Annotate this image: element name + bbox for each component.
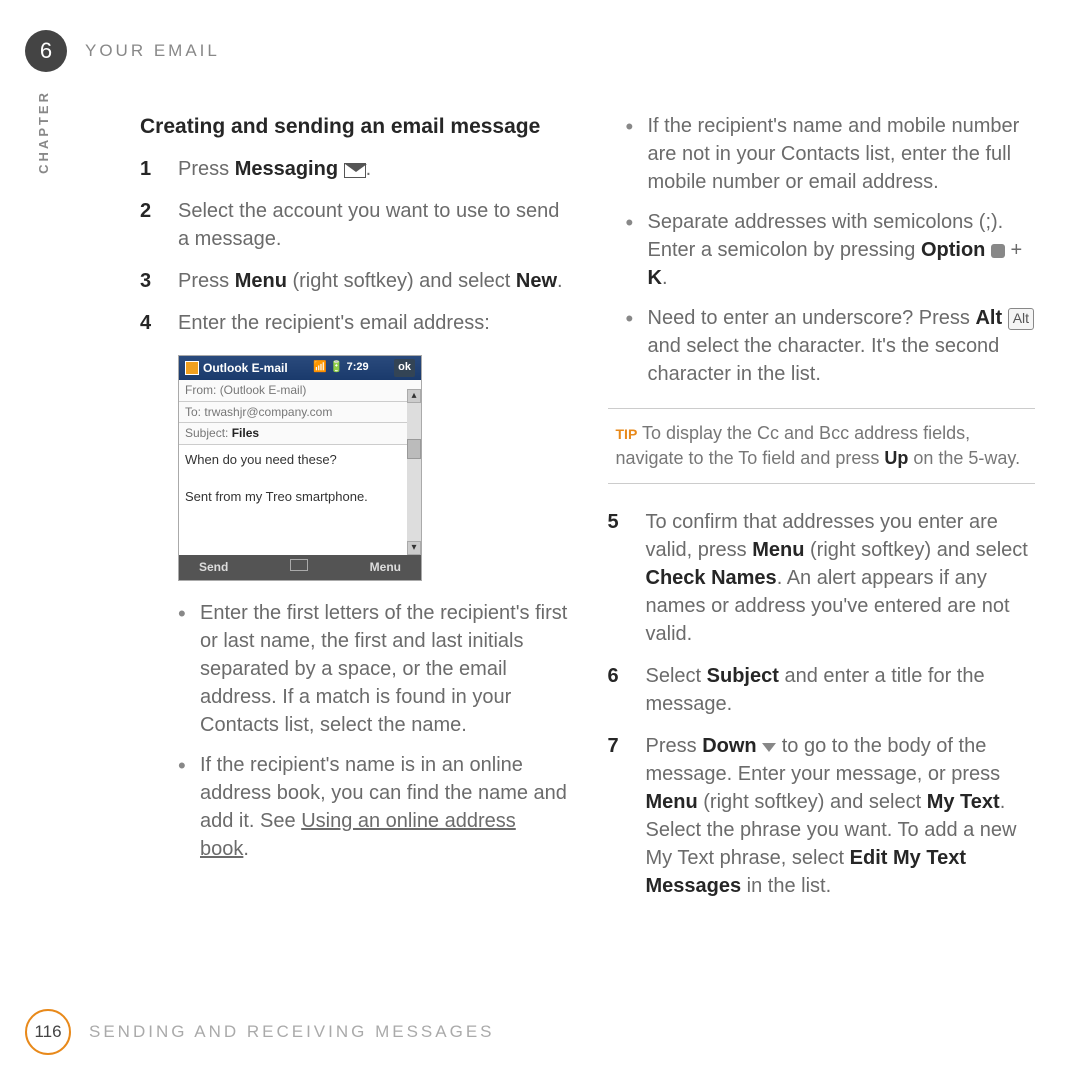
- option-key-icon: [991, 244, 1005, 258]
- bullet-semicolon: Separate addresses with semicolons (;). …: [626, 208, 1036, 292]
- bullet-underscore: Need to enter an underscore? Press Alt A…: [626, 304, 1036, 388]
- menu-softkey[interactable]: Menu: [370, 559, 401, 576]
- step-4: Enter the recipient's email address:: [140, 309, 568, 337]
- down-arrow-icon: [762, 743, 776, 752]
- alt-key-icon: Alt: [1008, 308, 1034, 330]
- main-content: Creating and sending an email message Pr…: [0, 72, 1080, 914]
- right-bullets: If the recipient's name and mobile numbe…: [626, 112, 1036, 388]
- ss-scrollbar[interactable]: ▴ ▾: [407, 389, 421, 555]
- left-bullets: Enter the first letters of the recipient…: [178, 599, 568, 863]
- right-column: If the recipient's name and mobile numbe…: [608, 112, 1036, 914]
- chapter-number-circle: 6: [25, 30, 67, 72]
- scroll-up-icon[interactable]: ▴: [407, 389, 421, 403]
- tip-label: TIP: [616, 426, 638, 442]
- scroll-thumb[interactable]: [407, 439, 421, 459]
- step-2: Select the account you want to use to se…: [140, 197, 568, 253]
- ss-footer: Send Menu: [179, 555, 421, 580]
- header-title: YOUR EMAIL: [85, 39, 220, 63]
- page-footer: 116 SENDING AND RECEIVING MESSAGES: [25, 1009, 495, 1055]
- left-column: Creating and sending an email message Pr…: [140, 112, 568, 914]
- ok-button[interactable]: ok: [394, 359, 415, 376]
- tip-box: TIP To display the Cc and Bcc address fi…: [608, 408, 1036, 484]
- page-header: 6 YOUR EMAIL: [0, 0, 1080, 72]
- bullet-enter-letters: Enter the first letters of the recipient…: [178, 599, 568, 739]
- ss-titlebar: Outlook E-mail 📶 🔋 7:29 ok: [179, 356, 421, 379]
- step-5: To confirm that addresses you enter are …: [608, 508, 1036, 648]
- footer-text: SENDING AND RECEIVING MESSAGES: [89, 1020, 495, 1044]
- ss-to-field[interactable]: To: trwashjr@company.com: [179, 402, 421, 424]
- send-softkey[interactable]: Send: [199, 559, 228, 576]
- windows-flag-icon: [185, 361, 199, 375]
- step-1: Press Messaging .: [140, 155, 568, 183]
- step-3: Press Menu (right softkey) and select Ne…: [140, 267, 568, 295]
- email-screenshot: Outlook E-mail 📶 🔋 7:29 ok From: (Outloo…: [178, 355, 422, 581]
- ss-subject-field[interactable]: Subject: Files: [179, 423, 421, 445]
- chapter-label-vertical: CHAPTER: [35, 90, 53, 174]
- keyboard-icon[interactable]: [290, 559, 308, 571]
- ss-title-text: Outlook E-mail: [203, 360, 288, 377]
- scroll-down-icon[interactable]: ▾: [407, 541, 421, 555]
- ss-body[interactable]: When do you need these? Sent from my Tre…: [179, 445, 421, 555]
- ss-from-field: From: (Outlook E-mail): [179, 380, 421, 402]
- steps-list: Press Messaging . Select the account you…: [140, 155, 568, 337]
- steps-list-2: To confirm that addresses you enter are …: [608, 508, 1036, 900]
- messaging-label: Messaging: [235, 158, 338, 180]
- step-6: Select Subject and enter a title for the…: [608, 662, 1036, 718]
- step-7: Press Down to go to the body of the mess…: [608, 732, 1036, 900]
- envelope-icon: [344, 163, 366, 178]
- bullet-online-addressbook: If the recipient's name is in an online …: [178, 751, 568, 863]
- page-number: 116: [25, 1009, 71, 1055]
- bullet-mobile-number: If the recipient's name and mobile numbe…: [626, 112, 1036, 196]
- section-title: Creating and sending an email message: [140, 112, 568, 141]
